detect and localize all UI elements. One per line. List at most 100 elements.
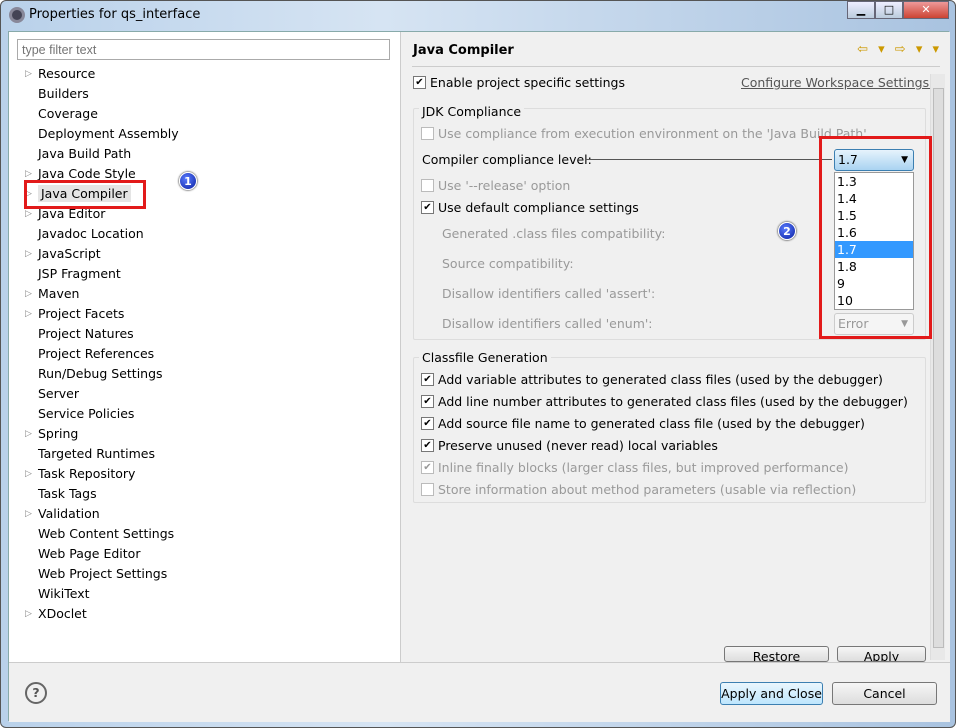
apply-and-close-button[interactable]: Apply and Close <box>720 682 823 705</box>
use-default-compliance-checkbox[interactable]: ✔ Use default compliance settings <box>421 200 639 215</box>
tree-item[interactable]: Web Page Editor <box>38 544 140 564</box>
navigation-arrows[interactable]: ⇦ ▾ ⇨ ▾ ▾ <box>857 42 942 57</box>
expand-icon[interactable]: ▷ <box>25 304 32 324</box>
generated-compat-label: Generated .class files compatibility: <box>442 226 666 241</box>
classfile-option-checkbox[interactable]: ✔ Preserve unused (never read) local vari… <box>421 438 718 453</box>
apply-button[interactable]: Apply <box>837 646 926 662</box>
expand-icon[interactable]: ▷ <box>25 504 32 524</box>
tree-item-label: Coverage <box>38 106 98 121</box>
tree-item[interactable]: ▷ Maven <box>25 284 80 304</box>
tree-item-label: Task Tags <box>38 486 97 501</box>
tree-item[interactable]: Web Project Settings <box>38 564 167 584</box>
tree-item[interactable]: Project Natures <box>38 324 134 344</box>
tree-item[interactable]: ▷ Spring <box>25 424 79 444</box>
tree-item[interactable]: Targeted Runtimes <box>38 444 155 464</box>
checkbox-icon <box>421 179 434 192</box>
help-icon[interactable]: ? <box>25 682 47 704</box>
label: Use default compliance settings <box>438 200 639 215</box>
configure-workspace-link[interactable]: Configure Workspace Settings... <box>741 75 941 90</box>
use-ee-checkbox[interactable]: Use compliance from execution environmen… <box>421 126 867 141</box>
properties-dialog: Properties for qs_interface ▁ □ ✕ ▷ Resou… <box>0 0 956 728</box>
expand-icon[interactable]: ▷ <box>25 424 32 444</box>
expand-icon[interactable]: ▷ <box>25 64 32 84</box>
classfile-option-checkbox[interactable]: ✔ Add variable attributes to generated cl… <box>421 372 883 387</box>
tree-item[interactable]: ▷ JavaScript <box>25 244 101 264</box>
filter-input[interactable] <box>17 39 390 60</box>
checkbox-icon: ✔ <box>421 461 434 474</box>
tree-item[interactable]: Java Build Path <box>38 144 131 164</box>
classfile-option-checkbox[interactable]: ✔ Add source file name to generated class… <box>421 416 865 431</box>
java-compiler-page: Java Compiler ⇦ ▾ ⇨ ▾ ▾ ✔ Enable project … <box>402 32 950 662</box>
classfile-option-checkbox[interactable]: ✔ Inline finally blocks (larger class fil… <box>421 460 849 475</box>
annotation-highlight-compliance-dropdown <box>819 136 932 339</box>
classfile-option-checkbox[interactable]: Store information about method parameter… <box>421 482 856 497</box>
checkbox-icon: ✔ <box>421 373 434 386</box>
checkbox-icon: ✔ <box>413 76 426 89</box>
label: Use compliance from execution environmen… <box>438 126 867 141</box>
tree-item[interactable]: ▷ Validation <box>25 504 100 524</box>
tree-item-label: Project Facets <box>38 306 125 321</box>
tree-item[interactable]: Task Tags <box>38 484 97 504</box>
tree-item-label: Validation <box>38 506 100 521</box>
cancel-button[interactable]: Cancel <box>832 682 937 705</box>
restore-defaults-button[interactable]: Restore Defaults <box>724 646 829 662</box>
tree-item[interactable]: Deployment Assembly <box>38 124 179 144</box>
window-title: Properties for qs_interface <box>29 7 201 22</box>
tree-item-label: Builders <box>38 86 89 101</box>
expand-icon[interactable]: ▷ <box>25 284 32 304</box>
tree-item-label: Deployment Assembly <box>38 126 179 141</box>
label: Add line number attributes to generated … <box>438 394 908 409</box>
tree-item-label: JSP Fragment <box>38 266 121 281</box>
expand-icon[interactable]: ▷ <box>25 604 32 624</box>
tree-item-label: Maven <box>38 286 80 301</box>
tree-item-label: Spring <box>38 426 79 441</box>
tree-item[interactable]: ▷ Resource <box>25 64 96 84</box>
tree-item[interactable]: Javadoc Location <box>38 224 144 244</box>
release-checkbox[interactable]: Use '--release' option <box>421 178 570 193</box>
expand-icon[interactable]: ▷ <box>25 464 32 484</box>
tree-item-label: Server <box>38 386 79 401</box>
tree-item[interactable]: ▷ Task Repository <box>25 464 135 484</box>
expand-icon[interactable]: ▷ <box>25 244 32 264</box>
tree-item-label: XDoclet <box>38 606 87 621</box>
minimize-button[interactable]: ▁ <box>847 1 875 19</box>
tree-item[interactable]: JSP Fragment <box>38 264 121 284</box>
tree-item[interactable]: Run/Debug Settings <box>38 364 163 384</box>
annotation-arrow <box>585 159 832 160</box>
tree-item[interactable]: ▷ XDoclet <box>25 604 87 624</box>
classfile-option-checkbox[interactable]: ✔ Add line number attributes to generated… <box>421 394 908 409</box>
tree-item-label: Java Build Path <box>38 146 132 161</box>
tree-item-label: WikiText <box>38 586 90 601</box>
tree-item-label: Resource <box>38 66 96 81</box>
label: Enable project specific settings <box>430 75 625 90</box>
tree-item[interactable]: Builders <box>38 84 89 104</box>
tree-item-label: Project References <box>38 346 155 361</box>
label: Preserve unused (never read) local varia… <box>438 438 718 453</box>
tree-item[interactable]: WikiText <box>38 584 90 604</box>
maximize-button[interactable]: □ <box>875 1 903 19</box>
label: Inline finally blocks (larger class file… <box>438 460 849 475</box>
tree-item[interactable]: ▷ Project Facets <box>25 304 125 324</box>
tree-item[interactable]: Server <box>38 384 79 404</box>
checkbox-icon <box>421 483 434 496</box>
assert-label: Disallow identifiers called 'assert': <box>442 286 656 301</box>
tree-item[interactable]: Service Policies <box>38 404 134 424</box>
label: Use '--release' option <box>438 178 571 193</box>
tree-item-label: Web Project Settings <box>38 566 168 581</box>
divider <box>412 66 940 67</box>
annotation-badge-2: 2 <box>778 222 796 240</box>
tree-item[interactable]: Project References <box>38 344 154 364</box>
scrollbar-thumb[interactable] <box>933 88 944 648</box>
checkbox-icon <box>421 127 434 140</box>
close-button[interactable]: ✕ <box>903 1 949 19</box>
enum-label: Disallow identifiers called 'enum': <box>442 316 653 331</box>
enable-specific-checkbox[interactable]: ✔ Enable project specific settings <box>413 75 625 90</box>
tree-item-label: JavaScript <box>38 246 101 261</box>
tree-item[interactable]: Coverage <box>38 104 98 124</box>
tree-item[interactable]: Web Content Settings <box>38 524 174 544</box>
source-compat-label: Source compatibility: <box>442 256 574 271</box>
checkbox-icon: ✔ <box>421 395 434 408</box>
vertical-scrollbar[interactable] <box>930 74 945 660</box>
tree-item-label: Project Natures <box>38 326 134 341</box>
tree-item-label: Web Content Settings <box>38 526 175 541</box>
